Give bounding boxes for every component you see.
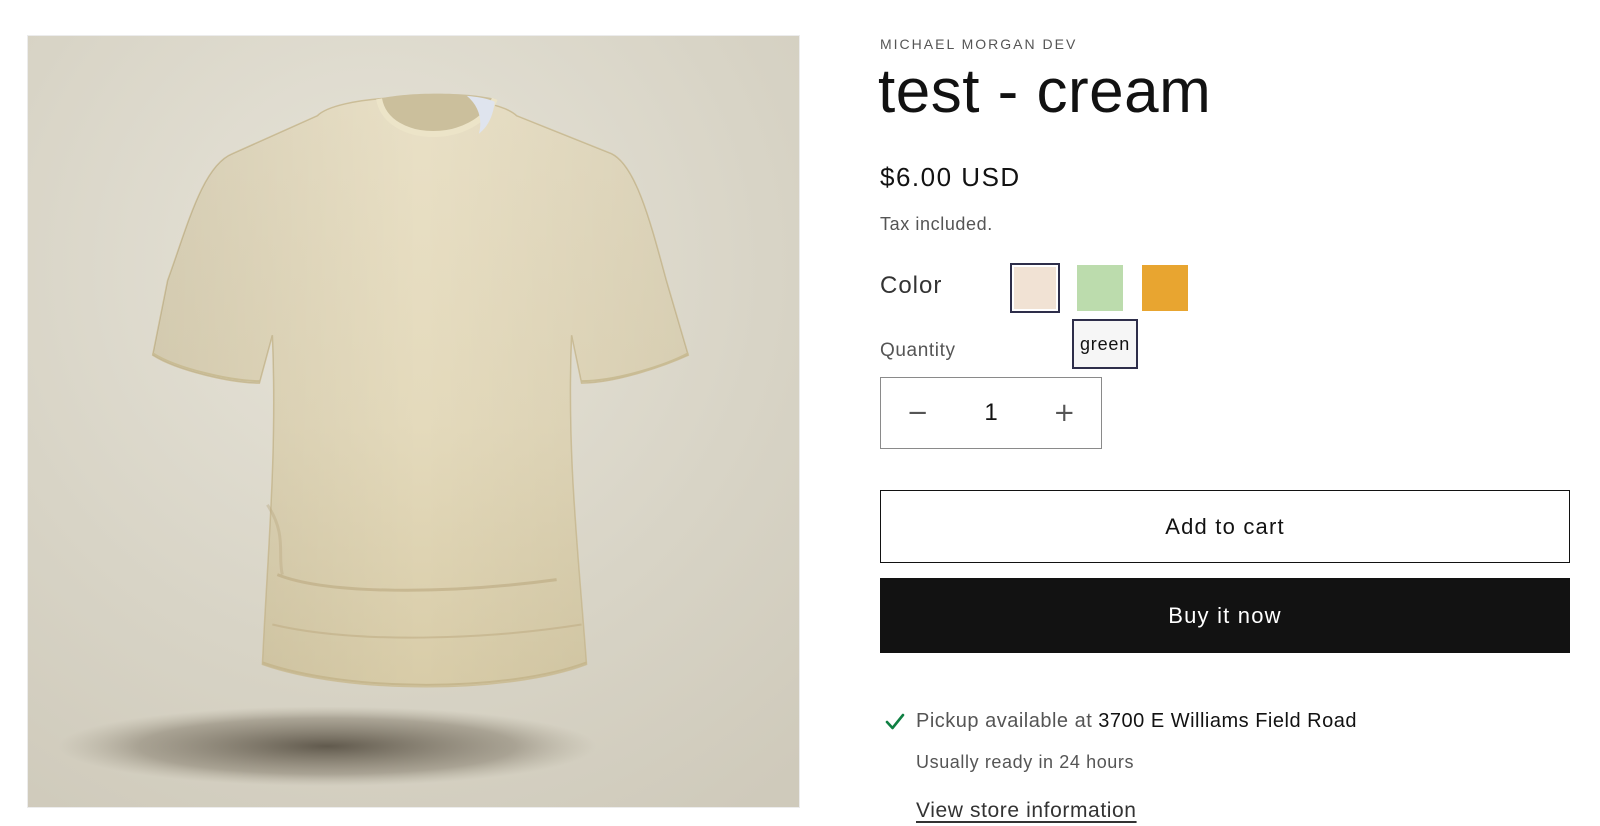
quantity-input[interactable]: 1 bbox=[954, 378, 1027, 448]
quantity-stepper: − 1 + bbox=[880, 377, 1102, 449]
product-image[interactable] bbox=[27, 35, 800, 808]
swatch-green[interactable] bbox=[1077, 265, 1123, 311]
tshirt-image bbox=[28, 36, 799, 807]
pickup-availability: Pickup available at 3700 E Williams Fiel… bbox=[884, 710, 1357, 733]
swatch-tooltip: green bbox=[1072, 319, 1138, 369]
buy-now-button[interactable]: Buy it now bbox=[880, 578, 1570, 653]
decrease-quantity-button[interactable]: − bbox=[881, 378, 954, 448]
vendor-name: MICHAEL MORGAN DEV bbox=[880, 36, 1078, 52]
product-page: MICHAEL MORGAN DEV test - cream $6.00 US… bbox=[0, 0, 1600, 826]
product-price: $6.00 USD bbox=[880, 162, 1021, 192]
add-to-cart-button[interactable]: Add to cart bbox=[880, 490, 1570, 563]
view-store-information-link[interactable]: View store information bbox=[916, 799, 1137, 823]
product-title: test - cream bbox=[878, 57, 1212, 126]
check-icon bbox=[885, 713, 905, 729]
color-label: Color bbox=[880, 272, 943, 299]
quantity-label: Quantity bbox=[880, 340, 956, 361]
increase-quantity-button[interactable]: + bbox=[1028, 378, 1101, 448]
plus-icon: + bbox=[1053, 398, 1076, 428]
tax-note: Tax included. bbox=[880, 214, 993, 234]
minus-icon: − bbox=[906, 398, 929, 428]
pickup-text: Pickup available at bbox=[916, 710, 1093, 732]
ready-time: Usually ready in 24 hours bbox=[916, 752, 1135, 772]
swatch-orange[interactable] bbox=[1142, 265, 1188, 311]
pickup-location: 3700 E Williams Field Road bbox=[1098, 710, 1357, 732]
swatch-cream[interactable] bbox=[1010, 263, 1060, 313]
